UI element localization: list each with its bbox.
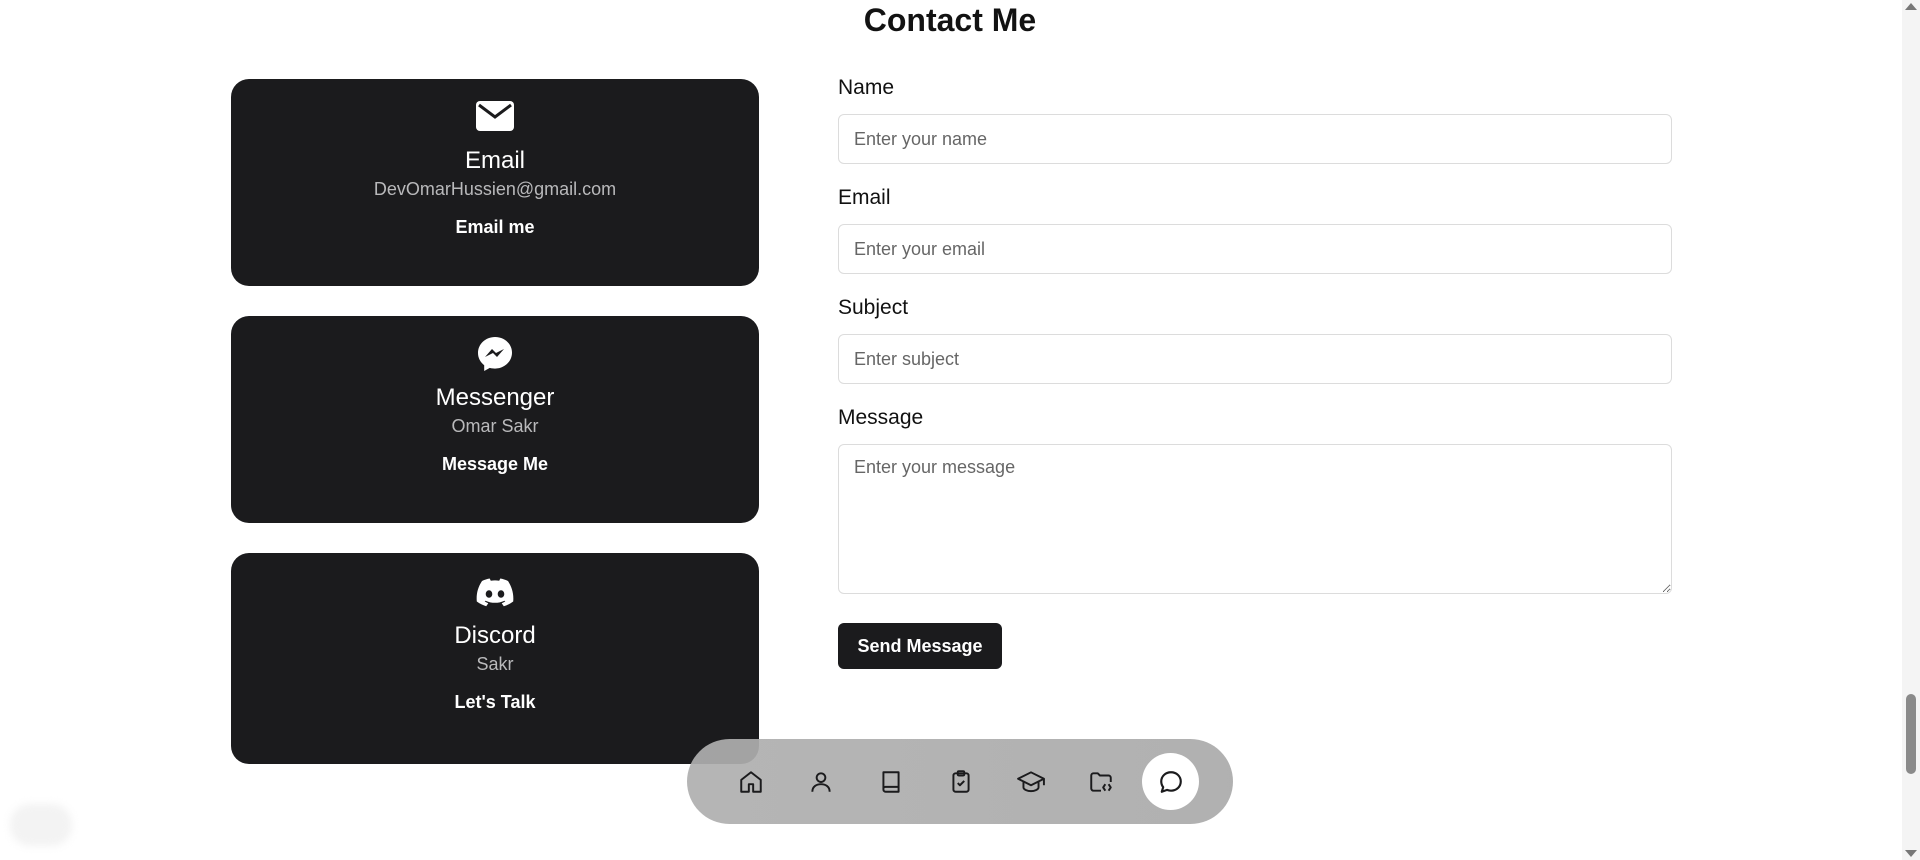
card-title: Messenger [435, 384, 555, 411]
bottom-nav-dock [687, 739, 1233, 824]
scroll-thumb[interactable] [1906, 694, 1916, 774]
name-label: Name [838, 76, 895, 99]
clipboard-check-icon [951, 769, 970, 793]
email-card: Email DevOmarHussien@gmail.com Email me [231, 79, 759, 286]
scroll-down-arrow-icon[interactable] [1905, 850, 1917, 857]
page-title: Contact Me [863, 2, 1037, 38]
lets-talk-link[interactable]: Let's Talk [455, 692, 536, 713]
messenger-card: Messenger Omar Sakr Message Me [231, 316, 759, 523]
folder-code-icon [1089, 771, 1112, 792]
floating-widget [10, 804, 72, 846]
envelope-icon [476, 101, 514, 131]
subject-label: Subject [838, 296, 909, 319]
page-scrollbar[interactable] [1902, 0, 1920, 860]
graduation-cap-icon [1016, 770, 1045, 792]
nav-education[interactable] [1002, 753, 1059, 810]
message-textarea[interactable] [838, 444, 1672, 594]
messenger-icon [478, 337, 512, 371]
subject-input[interactable] [838, 334, 1672, 384]
nav-blog[interactable] [862, 753, 919, 810]
email-me-link[interactable]: Email me [455, 217, 534, 238]
email-label: Email [838, 186, 891, 209]
card-value: Sakr [476, 654, 514, 674]
discord-icon [476, 578, 514, 607]
send-message-button[interactable]: Send Message [838, 623, 1002, 669]
scroll-up-arrow-icon[interactable] [1905, 3, 1917, 10]
card-value: Omar Sakr [451, 416, 539, 436]
card-title: Discord [454, 622, 536, 649]
name-input[interactable] [838, 114, 1672, 164]
nav-tasks[interactable] [932, 753, 989, 810]
home-icon [739, 770, 762, 793]
discord-card: Discord Sakr Let's Talk [231, 553, 759, 764]
card-value: DevOmarHussien@gmail.com [373, 179, 617, 199]
email-input[interactable] [838, 224, 1672, 274]
nav-contact[interactable] [1142, 753, 1199, 810]
user-icon [810, 771, 831, 792]
nav-about[interactable] [792, 753, 849, 810]
book-icon [881, 770, 900, 793]
card-title: Email [464, 147, 525, 174]
nav-projects[interactable] [1072, 753, 1129, 810]
chat-bubble-icon [1159, 770, 1182, 793]
nav-home[interactable] [722, 753, 779, 810]
message-me-link[interactable]: Message Me [442, 454, 548, 475]
message-label: Message [838, 406, 924, 429]
